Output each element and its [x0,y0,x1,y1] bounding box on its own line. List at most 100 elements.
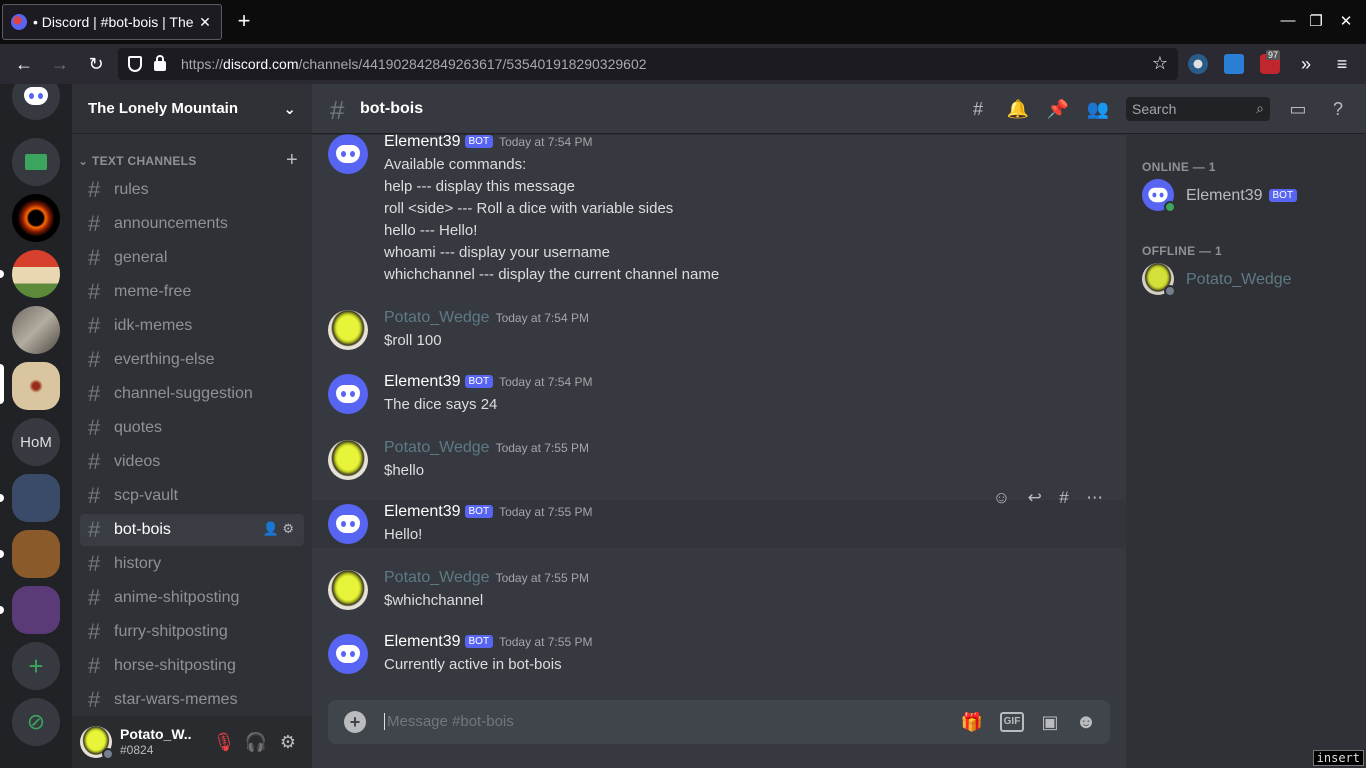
add-server-button[interactable]: + [12,642,60,690]
browser-tab[interactable]: • Discord | #bot-bois | The Lonely Mount… [2,4,222,40]
invite-icon[interactable]: 👤 [263,521,279,536]
server-folder-3[interactable] [12,586,60,634]
bot-avatar[interactable] [328,374,368,414]
headphones-icon[interactable]: 🎧 [244,730,268,754]
notification-bell-icon[interactable]: 🔔 [1006,97,1030,121]
bot-avatar[interactable] [328,504,368,544]
more-options-icon[interactable]: ⋯ [1086,488,1103,508]
bot-badge: BOT [464,635,494,648]
channel-scp-vault[interactable]: # scp-vault [80,480,304,512]
server-selected-pill [0,364,4,404]
server-black-hole[interactable] [12,194,60,242]
back-icon[interactable]: ← [12,52,36,76]
channel-history[interactable]: # history [80,548,304,580]
server-wolf-avatar[interactable] [12,306,60,354]
timestamp: Today at 7:54 PM [499,375,593,389]
pin-icon[interactable]: 📌 [1046,97,1070,121]
gear-icon[interactable]: ⚙ [282,521,294,536]
home-button[interactable] [12,84,60,120]
author-name[interactable]: Potato_Wedge [384,569,490,586]
new-tab-button[interactable]: + [232,10,256,34]
tracking-shield-icon[interactable] [128,56,142,72]
avatar[interactable] [328,570,368,610]
server-folder-1[interactable] [12,474,60,522]
category-text-channels[interactable]: ⌄ TEXT CHANNELS + [78,149,298,171]
avatar[interactable] [328,310,368,350]
close-window-button[interactable]: ✕ [1336,12,1356,30]
search-input[interactable]: Search ⌕ [1126,97,1270,121]
close-tab-icon[interactable]: ✕ [197,14,213,31]
url-path: /channels/441902842849263617/53540191829… [298,56,647,72]
gif-button[interactable]: GIF [1000,712,1024,732]
guild-header[interactable]: The Lonely Mountain ⌄ [72,84,312,134]
author-name[interactable]: Potato_Wedge [384,439,490,456]
user-name[interactable]: Potato_W... [120,726,192,742]
member-item[interactable]: Element39 BOT [1142,175,1352,215]
upload-plus-icon[interactable]: + [344,711,366,733]
channel-furry-shitposting[interactable]: # furry-shitposting [80,616,304,648]
timestamp: Today at 7:55 PM [499,635,593,649]
member-list-icon[interactable]: 👥 [1086,97,1110,121]
forward-icon[interactable]: → [48,52,72,76]
author-name[interactable]: Potato_Wedge [384,309,490,326]
user-settings-gear-icon[interactable]: ⚙ [276,730,300,754]
server-folder-2[interactable] [12,530,60,578]
channel-everthing-else[interactable]: # everthing-else [80,344,304,376]
author-name[interactable]: Element39 [384,503,461,520]
gift-icon[interactable]: 🎁 [960,710,984,734]
channel-videos[interactable]: # videos [80,446,304,478]
add-reaction-icon[interactable]: ☺ [993,488,1010,508]
channel-idk-memes[interactable]: # idk-memes [80,310,304,342]
bot-avatar[interactable] [328,634,368,674]
channel-bot-bois[interactable]: # bot-bois 👤 ⚙ [80,514,304,546]
help-icon[interactable]: ? [1326,97,1350,121]
server-folder-green[interactable] [12,138,60,186]
lock-icon[interactable] [154,55,166,71]
timestamp: Today at 7:55 PM [495,571,589,585]
minimize-button[interactable]: — [1278,12,1298,29]
hash-icon: # [88,347,101,372]
threads-icon[interactable]: # [966,97,990,121]
server-the-lonely-mountain[interactable] [12,362,60,410]
sticker-icon[interactable]: ▣ [1038,710,1062,734]
channel-star-wars-memes[interactable]: # star-wars-memes [80,684,304,716]
mute-mic-icon[interactable]: 🎙 [212,730,236,754]
reply-icon[interactable]: ↩ [1028,488,1042,508]
restore-button[interactable]: ❐ [1306,12,1326,30]
channel-channel-suggestion[interactable]: # channel-suggestion [80,378,304,410]
extension-shield-icon[interactable] [1224,54,1244,74]
extension-mask-icon[interactable] [1188,54,1208,74]
author-name[interactable]: Element39 [384,133,461,150]
inbox-icon[interactable]: ▭ [1286,97,1310,121]
channel-announcements[interactable]: # announcements [80,208,304,240]
server-hom[interactable]: HoM [12,418,60,466]
hamburger-menu-icon[interactable]: ≡ [1330,52,1354,76]
author-name[interactable]: Element39 [384,633,461,650]
channel-quotes[interactable]: # quotes [80,412,304,444]
explore-servers-icon[interactable]: ⊘ [12,698,60,746]
insert-mode-indicator: insert [1312,750,1364,766]
create-channel-icon[interactable]: + [286,149,298,172]
overflow-menu-icon[interactable]: » [1294,52,1318,76]
reload-icon[interactable]: ↻ [84,52,108,76]
member-item[interactable]: Potato_Wedge [1142,259,1352,299]
channel-general[interactable]: # general [80,242,304,274]
channel-horse-shitposting[interactable]: # horse-shitposting [80,650,304,682]
avatar[interactable] [328,440,368,480]
channel-meme-free[interactable]: # meme-free [80,276,304,308]
hash-nsfw-icon: # [88,653,101,678]
author-name[interactable]: Element39 [384,373,461,390]
bot-avatar[interactable] [328,134,368,174]
channel-anime-shitposting[interactable]: # anime-shitposting [80,582,304,614]
channel-label: videos [114,453,161,470]
server-meme-avatar[interactable] [12,250,60,298]
create-thread-icon[interactable]: # [1059,488,1068,508]
channel-rules[interactable]: # rules [80,174,304,206]
message-input[interactable]: Message #bot-bois [384,713,514,730]
url-bar[interactable]: https://discord.com/channels/44190284284… [118,48,1178,80]
bookmark-star-icon[interactable]: ☆ [1152,53,1168,74]
timestamp: Today at 7:54 PM [495,311,589,325]
emoji-icon[interactable]: ☻ [1074,710,1098,734]
hash-icon: # [88,687,101,712]
server-unread-pill [0,550,4,558]
